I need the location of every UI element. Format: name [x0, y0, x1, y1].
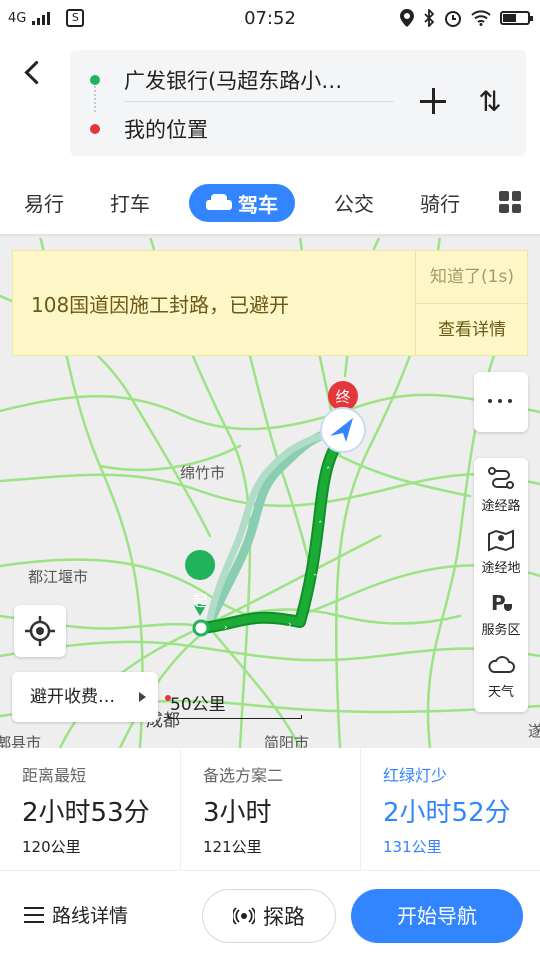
add-stop-button[interactable]	[418, 86, 450, 118]
location-icon	[400, 9, 414, 27]
chevron-right-icon	[139, 692, 146, 702]
bluetooth-icon	[424, 9, 435, 27]
transport-tabs: 易行 打车 驾车 公交 骑行	[0, 176, 540, 232]
city-label: 简阳市	[264, 734, 309, 748]
end-marker-label: 终	[335, 388, 350, 406]
map-scale-bar	[168, 715, 302, 719]
more-icon	[488, 399, 512, 403]
service-area-icon: P	[491, 591, 512, 614]
map-scale-label: 50公里	[170, 695, 226, 715]
more-modes-icon[interactable]	[499, 191, 521, 213]
route-option-distance: 121公里	[203, 838, 262, 856]
origin-dot-icon	[90, 75, 100, 85]
weather-button[interactable]: 天气	[474, 644, 528, 706]
start-navigation-button[interactable]: 开始导航	[351, 889, 523, 943]
svg-text:ˆ: ˆ	[326, 466, 331, 477]
service-area-label: 服务区	[481, 623, 521, 638]
map-tools-panel: 途经路 途经地 P 服务区 天气	[474, 458, 528, 712]
tab-drive-label: 驾车	[238, 192, 278, 217]
notice-dismiss-button[interactable]: 知道了(1s)	[416, 251, 528, 303]
route-option-duration: 2小时53分	[22, 798, 150, 828]
route-option-fewer-lights[interactable]: 红绿灯少 2小时52分 131公里	[360, 748, 540, 870]
svg-text:›: ›	[288, 620, 292, 630]
origin-field[interactable]: 广发银行(马超东路小…	[70, 58, 400, 102]
route-option-name: 红绿灯少	[383, 766, 448, 785]
road-closure-notice: 108国道因施工封路，已避开 知道了(1s) 查看详情	[12, 250, 529, 356]
broadcast-icon	[233, 907, 255, 925]
origin-text: 广发银行(马超东路小…	[124, 69, 343, 93]
back-button[interactable]	[18, 56, 50, 92]
route-option-name: 备选方案二	[203, 766, 284, 785]
route-option-duration: 2小时52分	[383, 798, 511, 828]
status-right	[400, 9, 533, 27]
svg-text:›: ›	[224, 623, 228, 633]
route-details-button[interactable]: 路线详情	[24, 901, 128, 928]
map-top-shadow	[0, 234, 540, 238]
alarm-icon	[445, 11, 461, 27]
car-icon	[206, 194, 232, 212]
swap-button[interactable]: ⇅	[474, 86, 506, 118]
start-marker-label: 起	[192, 592, 207, 610]
tab-drive[interactable]: 驾车	[189, 184, 295, 222]
explore-route-label: 探路	[263, 905, 305, 929]
divider	[124, 101, 394, 102]
route-option-distance: 120公里	[22, 838, 81, 856]
tab-bus[interactable]: 公交	[334, 186, 374, 222]
route-details-label: 路线详情	[52, 905, 129, 927]
status-bar: 4G S 07:52	[0, 0, 540, 38]
wifi-icon	[471, 10, 491, 26]
locate-icon	[25, 616, 55, 646]
route-option-name: 距离最短	[22, 766, 87, 785]
route-option-distance: 131公里	[383, 838, 442, 856]
service-area-button[interactable]: P 服务区	[474, 582, 528, 644]
route-input-card: 广发银行(马超东路小… 我的位置 ⇅	[70, 50, 526, 156]
notice-message: 108国道因施工封路，已避开	[31, 293, 290, 317]
explore-route-button[interactable]: 探路	[202, 889, 336, 943]
battery-icon	[500, 11, 533, 25]
city-label: 郫县市	[0, 734, 41, 748]
tab-yixing[interactable]: 易行	[24, 186, 64, 222]
svg-text:P: P	[491, 591, 506, 614]
svg-text:ˆ: ˆ	[313, 573, 318, 584]
bottom-action-bar: 路线详情 探路 开始导航	[0, 870, 540, 960]
weather-icon	[488, 656, 515, 673]
notice-detail-button[interactable]: 查看详情	[416, 304, 528, 356]
waypoint-place-icon	[488, 529, 514, 552]
destination-dot-icon	[90, 124, 100, 134]
destination-field[interactable]: 我的位置	[70, 107, 400, 151]
svg-text:ˆ: ˆ	[318, 520, 323, 531]
route-options: 距离最短 2小时53分 120公里 备选方案二 3小时 121公里 红绿灯少 2…	[0, 748, 540, 870]
city-label: 都江堰市	[28, 568, 88, 586]
route-option-alternative[interactable]: 备选方案二 3小时 121公里	[180, 748, 360, 870]
avoid-toll-label: 避开收费…	[30, 687, 115, 707]
waypoint-road-button[interactable]: 途经路	[474, 458, 528, 520]
list-icon	[24, 906, 44, 923]
route-option-duration: 3小时	[203, 798, 272, 828]
locate-button[interactable]	[14, 605, 66, 657]
avoid-toll-button[interactable]: 避开收费…	[12, 672, 158, 722]
weather-label: 天气	[487, 685, 514, 700]
waypoint-place-button[interactable]: 途经地	[474, 520, 528, 582]
more-button[interactable]	[474, 372, 528, 432]
waypoint-road-icon	[488, 467, 514, 489]
city-label: 绵竹市	[180, 464, 225, 482]
tab-bike[interactable]: 骑行	[420, 186, 460, 222]
destination-text: 我的位置	[124, 118, 208, 142]
tab-taxi[interactable]: 打车	[110, 186, 150, 222]
route-option-shortest[interactable]: 距离最短 2小时53分 120公里	[0, 748, 180, 870]
waypoint-place-label: 途经地	[481, 561, 521, 576]
city-label: 遂	[528, 722, 540, 740]
waypoint-road-label: 途经路	[481, 499, 521, 514]
